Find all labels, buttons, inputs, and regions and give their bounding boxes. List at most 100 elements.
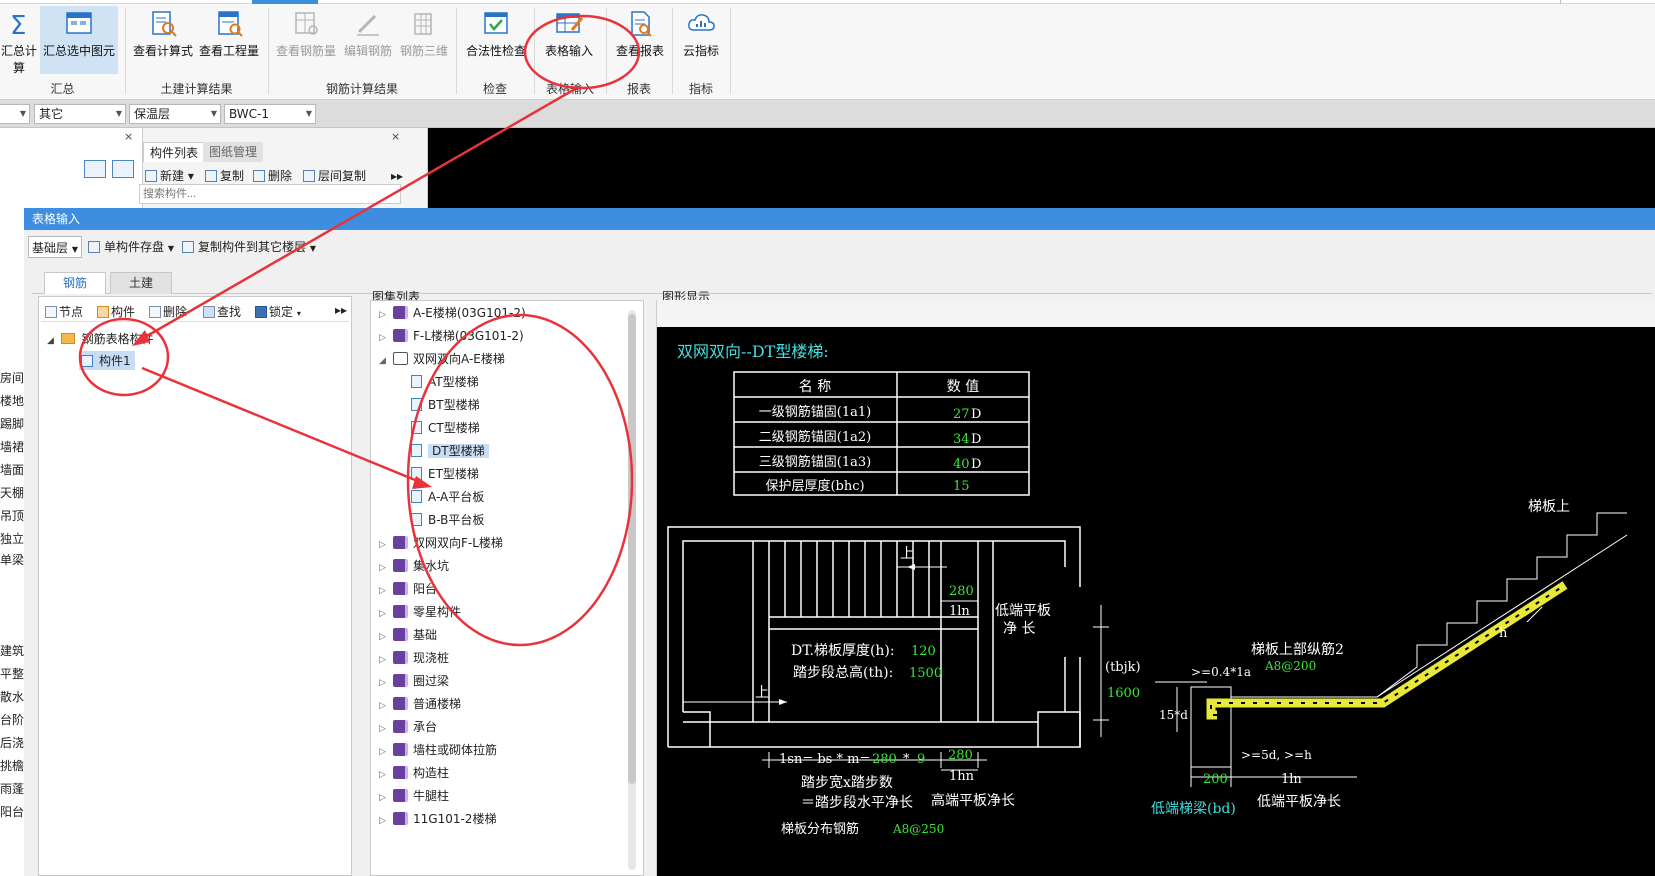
tree-label[interactable]: 独立 — [0, 530, 24, 547]
top-rebar-spec[interactable]: A8@200 — [1264, 659, 1316, 673]
scrollbar-thumb[interactable] — [628, 314, 636, 784]
atlas-group[interactable]: ▷ 牛腿柱 — [379, 786, 449, 806]
atlas-item[interactable]: DT型楼梯 — [411, 441, 489, 461]
layer-combo[interactable]: 保温层 ▼ — [129, 104, 221, 124]
add-component-button[interactable]: 构件 — [97, 303, 135, 320]
atlas-group[interactable]: ▷ 基础 — [379, 625, 437, 645]
tree-label[interactable]: 墙裙 — [0, 438, 24, 455]
new-component-button[interactable]: 新建 ▾ — [145, 168, 194, 184]
tree-label[interactable]: 吊顶 — [0, 507, 24, 524]
height-dim-value[interactable]: 1600 — [1107, 686, 1140, 701]
expand-triangle-icon[interactable]: ▷ — [379, 305, 393, 325]
find-button[interactable]: 查找 — [203, 303, 241, 320]
expand-triangle-icon[interactable]: ▷ — [379, 650, 393, 670]
expand-triangle-icon[interactable]: ▷ — [379, 742, 393, 762]
atlas-group[interactable]: ▷ 普通楼梯 — [379, 694, 461, 714]
view-formula-button[interactable]: 查看计算式 — [132, 6, 194, 74]
tree-child-node[interactable]: 构件1 — [79, 351, 135, 370]
atlas-group[interactable]: ▷ 阳台 — [379, 579, 437, 599]
height-value[interactable]: 1500 — [909, 666, 942, 681]
tree-label[interactable]: 房间 — [0, 369, 24, 386]
atlas-group[interactable]: ▷ 现浇桩 — [379, 648, 449, 668]
tree-label[interactable]: 墙面 — [0, 461, 24, 478]
tab-drawing-management[interactable]: 图纸管理 — [203, 142, 264, 162]
tree-label[interactable]: 天棚 — [0, 484, 24, 501]
expand-triangle-icon[interactable]: ▷ — [379, 604, 393, 624]
formula-bs-value[interactable]: 280 — [872, 752, 897, 767]
search-input[interactable] — [139, 184, 401, 204]
rebar-3d-button[interactable]: 钢筋三维 — [398, 6, 450, 74]
more-tools-icon[interactable]: ▸▸ — [335, 303, 347, 317]
atlas-item[interactable]: A-A平台板 — [411, 487, 484, 507]
atlas-item[interactable]: ET型楼梯 — [411, 464, 479, 484]
view-report-button[interactable]: 查看报表 — [612, 6, 668, 74]
atlas-group[interactable]: ▷ 集水坑 — [379, 556, 449, 576]
expand-triangle-icon[interactable]: ▷ — [379, 811, 393, 831]
atlas-item[interactable]: BT型楼梯 — [411, 395, 480, 415]
atlas-group[interactable]: ▷ 11G101-2楼梯 — [379, 809, 496, 829]
floor-select[interactable]: 基础层 ▼ — [28, 236, 82, 258]
tree-label[interactable]: 单梁 — [0, 551, 24, 568]
atlas-group[interactable]: ▷ 双网双向F-L楼梯 — [379, 533, 503, 553]
expand-triangle-icon[interactable]: ▷ — [379, 328, 393, 348]
more-tools-icon[interactable]: ▸▸ — [391, 168, 403, 184]
tree-root-node[interactable]: ◢ 钢筋表格构件 — [47, 330, 154, 347]
close-icon[interactable]: × — [124, 130, 133, 143]
table-row-value[interactable]: 34 — [953, 432, 970, 447]
atlas-group[interactable]: ▷ 墙柱或砌体拉筋 — [379, 740, 497, 760]
summary-selected-button[interactable]: 汇总选中图元 — [40, 6, 118, 74]
step-width-value[interactable]: 280 — [948, 748, 973, 763]
floor-copy-button[interactable]: 层间复制 — [303, 168, 366, 184]
expand-triangle-icon[interactable]: ▷ — [379, 627, 393, 647]
delete-node-button[interactable]: 删除 — [149, 303, 187, 320]
close-icon[interactable]: × — [391, 130, 400, 143]
atlas-item[interactable]: B-B平台板 — [411, 510, 484, 530]
delete-component-button[interactable]: 删除 — [253, 168, 292, 184]
lock-button[interactable]: 锁定 ▾ — [255, 303, 301, 320]
list-view-icon[interactable] — [84, 160, 106, 178]
view-rebar-button[interactable]: 查看钢筋量 — [274, 6, 338, 74]
table-input-button[interactable]: 表格输入 — [538, 6, 600, 74]
tree-label[interactable]: 阳台 — [0, 803, 24, 820]
thickness-value[interactable]: 120 — [911, 644, 936, 659]
atlas-group[interactable]: ◢ 双网双向A-E楼梯 — [379, 349, 505, 369]
type-combo[interactable]: 其它 ▼ — [34, 104, 126, 124]
expand-triangle-icon[interactable]: ▷ — [379, 719, 393, 739]
tree-label[interactable]: 后浇 — [0, 734, 24, 751]
tree-label[interactable]: 建筑 — [0, 642, 24, 659]
tab-civil[interactable]: 土建 — [110, 272, 172, 294]
expand-triangle-icon[interactable]: ▷ — [379, 673, 393, 693]
formula-m-value[interactable]: 9 — [917, 752, 925, 767]
atlas-item[interactable]: AT型楼梯 — [411, 372, 479, 392]
atlas-group[interactable]: ▷ 零星构件 — [379, 602, 461, 622]
atlas-group[interactable]: ▷ 承台 — [379, 717, 437, 737]
atlas-item[interactable]: CT型楼梯 — [411, 418, 480, 438]
tree-label[interactable]: 平整 — [0, 665, 24, 682]
component-combo[interactable]: BWC-1 ▼ — [224, 104, 316, 124]
atlas-group[interactable]: ▷ 构造柱 — [379, 763, 449, 783]
atlas-scrollbar[interactable] — [628, 310, 636, 870]
atlas-group[interactable]: ▷ F-L楼梯(03G101-2) — [379, 326, 524, 346]
copy-component-button[interactable]: 复制 — [205, 168, 244, 184]
summary-calc-button[interactable]: Σ 汇总计算 — [0, 6, 38, 75]
save-component-button[interactable]: 单构件存盘 ▼ — [88, 236, 174, 260]
beam-width-value[interactable]: 200 — [1203, 772, 1228, 787]
tree-label[interactable]: 雨蓬 — [0, 780, 24, 797]
expand-triangle-icon[interactable]: ▷ — [379, 765, 393, 785]
table-row-value[interactable]: 40 — [953, 457, 970, 472]
detail-view-icon[interactable] — [112, 160, 134, 178]
atlas-group[interactable]: ▷ A-E楼梯(03G101-2) — [379, 303, 526, 323]
expand-triangle-icon[interactable]: ▷ — [379, 581, 393, 601]
tree-label[interactable]: 散水 — [0, 688, 24, 705]
tree-label[interactable]: 楼地 — [0, 392, 24, 409]
step-width-value[interactable]: 280 — [949, 584, 974, 599]
cloud-index-button[interactable]: 云指标 — [676, 6, 726, 74]
expand-triangle-icon[interactable]: ▷ — [379, 535, 393, 555]
tree-label[interactable]: 台阶 — [0, 711, 24, 728]
view-quantity-button[interactable]: 查看工程量 — [198, 6, 260, 74]
atlas-group[interactable]: ▷ 圈过梁 — [379, 671, 449, 691]
copy-to-floor-button[interactable]: 复制构件到其它楼层 ▼ — [182, 236, 316, 260]
distribution-rebar-spec[interactable]: A8@250 — [892, 822, 944, 836]
table-row-value[interactable]: 27 — [953, 407, 970, 422]
drawing-canvas[interactable] — [428, 128, 1655, 208]
